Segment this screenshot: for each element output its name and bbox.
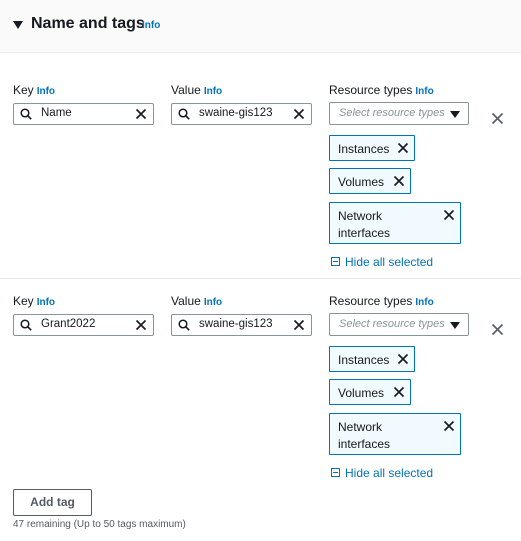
remove-token-icon[interactable] <box>393 386 405 398</box>
hide-all-selected-link[interactable]: Hide all selected <box>345 255 433 269</box>
remove-token-icon[interactable] <box>443 420 455 432</box>
info-link[interactable]: Info <box>37 297 55 308</box>
value-input[interactable]: swaine-gis123 <box>171 314 312 336</box>
key-value: Name <box>41 107 72 119</box>
token-label: Network interfaces <box>338 209 391 240</box>
remaining-tags-text: 47 remaining (Up to 50 tags maximum) <box>13 519 186 530</box>
remove-token-icon[interactable] <box>393 175 405 187</box>
dropdown-caret-icon <box>450 322 460 329</box>
remove-token-icon[interactable] <box>397 353 409 365</box>
token-label: Instances <box>338 142 390 156</box>
value-label: Value Info <box>171 294 223 308</box>
section-header[interactable]: Name and tags Info <box>0 0 521 53</box>
divider <box>0 278 521 279</box>
search-icon <box>178 108 190 120</box>
info-link[interactable]: Info <box>204 86 222 97</box>
key-value: Grant2022 <box>41 318 96 330</box>
info-link[interactable]: Info <box>415 86 433 97</box>
resource-types-label: Resource types Info <box>329 294 434 308</box>
token-label: Instances <box>338 353 390 367</box>
remove-token-icon[interactable] <box>397 142 409 154</box>
remove-token-icon[interactable] <box>443 209 455 221</box>
search-icon <box>20 108 32 120</box>
key-input[interactable]: Name <box>13 103 154 125</box>
info-link[interactable]: Info <box>204 297 222 308</box>
token-label: Volumes <box>338 386 385 400</box>
resource-types-select[interactable]: Select resource types <box>329 102 469 125</box>
add-tag-button[interactable]: Add tag <box>13 489 92 516</box>
section-title: Name and tags <box>31 15 145 32</box>
key-input[interactable]: Grant2022 <box>13 314 154 336</box>
collapse-icon <box>331 468 340 477</box>
token-network-interfaces: Network interfaces <box>329 202 461 244</box>
token-network-interfaces: Network interfaces <box>329 413 461 455</box>
search-icon <box>178 319 190 331</box>
token-instances: Instances <box>329 346 415 372</box>
token-instances: Instances <box>329 135 415 161</box>
resource-types-label: Resource types Info <box>329 83 434 97</box>
hide-all-selected-link[interactable]: Hide all selected <box>345 466 433 480</box>
clear-icon[interactable] <box>135 319 147 331</box>
remove-tag-icon[interactable] <box>491 112 504 125</box>
clear-icon[interactable] <box>135 108 147 120</box>
search-icon <box>20 319 32 331</box>
info-link[interactable]: Info <box>142 20 160 31</box>
key-label: Key Info <box>13 83 56 97</box>
token-label: Volumes <box>338 175 385 189</box>
info-link[interactable]: Info <box>415 297 433 308</box>
clear-icon[interactable] <box>293 108 305 120</box>
value-value: swaine-gis123 <box>199 107 273 119</box>
value-value: swaine-gis123 <box>199 318 273 330</box>
caret-down-icon[interactable] <box>13 21 23 29</box>
info-link[interactable]: Info <box>37 86 55 97</box>
select-placeholder: Select resource types <box>339 107 445 119</box>
select-placeholder: Select resource types <box>339 318 445 330</box>
key-label: Key Info <box>13 294 56 308</box>
value-input[interactable]: swaine-gis123 <box>171 103 312 125</box>
collapse-icon <box>331 257 340 266</box>
dropdown-caret-icon <box>450 111 460 118</box>
token-volumes: Volumes <box>329 168 411 194</box>
resource-types-select[interactable]: Select resource types <box>329 313 469 336</box>
value-label: Value Info <box>171 83 223 97</box>
remove-tag-icon[interactable] <box>491 323 504 336</box>
token-label: Network interfaces <box>338 420 391 451</box>
token-volumes: Volumes <box>329 379 411 405</box>
clear-icon[interactable] <box>293 319 305 331</box>
